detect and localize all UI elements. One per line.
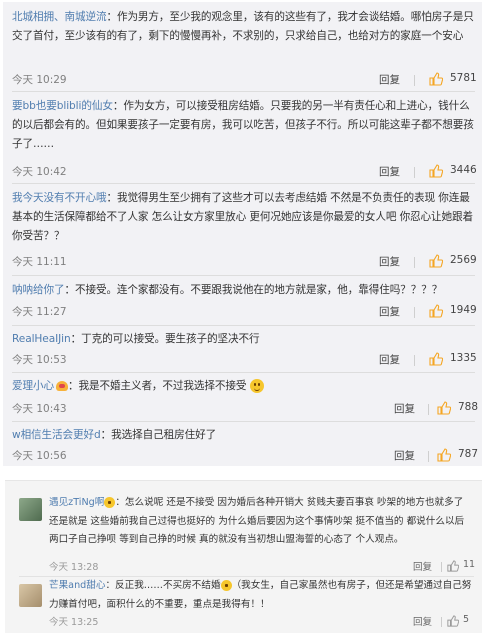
comment-time: 今天 10:53: [12, 354, 67, 366]
thumbs-up-icon[interactable]: [447, 560, 459, 572]
comment-item: RealHeaIJin：丁克的可以接受。要生孩子的坚决不行 今天 10:53 回…: [12, 330, 478, 366]
comment-item: 北城相拥、南城逆流：作为男方，至少我的观念里，该有的这些有了，我才会谈结婚。哪怕…: [12, 8, 478, 86]
divider: [12, 325, 475, 326]
comment-time: 今天 13:25: [49, 617, 99, 628]
divider: [414, 75, 415, 86]
comment-meta: 今天 10:53 回复 1335: [12, 350, 478, 370]
comment-username[interactable]: 遇见zTiNg啊: [49, 497, 104, 508]
comment-item: 要bb也要blibli的仙女：作为女方，可以接受租房结婚。只要我的另一半有责任心…: [12, 97, 478, 178]
comment-time: 今天 11:27: [12, 306, 67, 318]
divider: [441, 617, 442, 627]
thumbs-up-icon[interactable]: [437, 448, 451, 462]
comment-text: ：不接受。连个家都没有。不要跟我说他在的地方就是家，他，靠得住吗？？？？: [64, 284, 443, 296]
thumbs-up-icon[interactable]: [429, 304, 443, 318]
reply-button[interactable]: 回复: [379, 72, 400, 87]
divider: [12, 421, 475, 422]
like-count: 3446: [450, 164, 477, 176]
thumbs-up-icon[interactable]: [429, 164, 443, 178]
divider: [414, 257, 415, 268]
comment-username[interactable]: RealHeaIJin: [12, 333, 71, 345]
comment-username[interactable]: 呐呐给你了: [12, 284, 65, 296]
laugh-emoji-icon: [220, 579, 232, 591]
comments-panel: 北城相拥、南城逆流：作为男方，至少我的观念里，该有的这些有了，我才会谈结婚。哪怕…: [3, 2, 482, 466]
thumbs-up-icon[interactable]: [429, 352, 443, 366]
like-count: 5781: [450, 72, 477, 84]
comment-username[interactable]: w相信生活会更好d: [12, 429, 101, 441]
divider: [414, 355, 415, 366]
reply-button[interactable]: 回复: [394, 448, 415, 463]
like-count: 5: [463, 614, 470, 625]
comment-text: ：丁克的可以接受。要生孩子的坚决不行: [70, 333, 260, 345]
avatar[interactable]: [19, 584, 42, 607]
reply-button[interactable]: 回复: [413, 614, 432, 628]
reply-button[interactable]: 回复: [379, 254, 400, 269]
like-count: 1949: [450, 304, 477, 316]
smile-emoji-icon: [104, 496, 116, 508]
comment-item: 爱理小心 ：我是不婚主义者，不过我选择不接受 今天 10:43 回复 788: [12, 377, 478, 415]
comment-meta: 今天 11:27 回复 1949: [12, 302, 478, 322]
comment-text: ：我是不婚主义者，不过我选择不接受: [67, 380, 247, 392]
comment-meta: 今天 10:29 回复 5781: [12, 70, 478, 90]
divider: [414, 167, 415, 178]
avatar[interactable]: [19, 498, 42, 521]
divider: [428, 404, 429, 415]
vip-badge-icon: [55, 381, 68, 391]
comment-time: 今天 10:29: [12, 74, 67, 86]
reply-button[interactable]: 回复: [379, 304, 400, 319]
reply-button[interactable]: 回复: [379, 352, 400, 367]
smile-emoji-icon: [249, 379, 264, 393]
comment-text: ：我选择自己租房住好了: [100, 429, 217, 441]
thumbs-up-icon[interactable]: [447, 615, 459, 627]
thumbs-up-icon[interactable]: [429, 72, 443, 86]
comment-username[interactable]: 芒果and甜心: [49, 580, 105, 591]
comments-panel-secondary: 遇见zTiNg啊 ：怎么说呢 还是不接受 因为婚后各种开销大 贫贱夫妻百事哀 吵架…: [5, 480, 482, 633]
comment-text: ：反正我……不买房不结婚: [105, 580, 221, 591]
divider: [428, 451, 429, 462]
thumbs-up-icon[interactable]: [429, 254, 443, 268]
reply-button[interactable]: 回复: [394, 401, 415, 416]
reply-button[interactable]: 回复: [413, 559, 432, 573]
comment-username[interactable]: 北城相拥、南城逆流: [12, 11, 107, 23]
comment-item: 芒果and甜心：反正我……不买房不结婚 （我女生，自己家虽然也有房子，但还是希望通…: [49, 577, 473, 614]
comment-item: w相信生活会更好d：我选择自己租房住好了 今天 10:56 回复 787: [12, 426, 478, 462]
comment-meta: 今天 10:42 回复 3446: [12, 162, 478, 182]
comment-item: 我今天没有不开心哦：我觉得男生至少拥有了这些才可以去考虑结婚 不然是不负责任的表…: [12, 189, 478, 268]
comment-meta: 今天 11:11 回复 2569: [12, 252, 478, 272]
comment-item: 呐呐给你了：不接受。连个家都没有。不要跟我说他在的地方就是家，他，靠得住吗？？？…: [12, 281, 478, 318]
comment-time: 今天 11:11: [12, 256, 67, 268]
like-count: 788: [458, 401, 479, 413]
like-count: 787: [458, 448, 479, 460]
comment-meta: 今天 13:28 回复 11: [49, 559, 476, 575]
comment-time: 今天 10:42: [12, 166, 67, 178]
divider: [12, 275, 475, 276]
thumbs-up-icon[interactable]: [437, 401, 451, 415]
comment-meta: 今天 10:56 回复 787: [12, 446, 478, 466]
comment-username[interactable]: 我今天没有不开心哦: [12, 192, 107, 204]
divider: [12, 91, 475, 92]
comment-time: 今天 10:56: [12, 450, 67, 462]
comment-username[interactable]: 爱理小心: [12, 380, 54, 392]
divider: [12, 183, 475, 184]
reply-button[interactable]: 回复: [379, 164, 400, 179]
comment-item: 遇见zTiNg啊 ：怎么说呢 还是不接受 因为婚后各种开销大 贫贱夫妻百事哀 吵架…: [49, 494, 473, 550]
comment-meta: 今天 10:43 回复 788: [12, 399, 478, 419]
comment-time: 今天 10:43: [12, 403, 67, 415]
like-count: 2569: [450, 254, 477, 266]
like-count: 11: [463, 559, 476, 570]
divider: [414, 307, 415, 318]
divider: [441, 562, 442, 572]
comment-time: 今天 13:28: [49, 562, 99, 573]
comment-meta: 今天 13:25 回复 5: [49, 614, 473, 630]
comment-username[interactable]: 要bb也要blibli的仙女: [12, 100, 113, 112]
divider: [12, 372, 475, 373]
like-count: 1335: [450, 352, 477, 364]
